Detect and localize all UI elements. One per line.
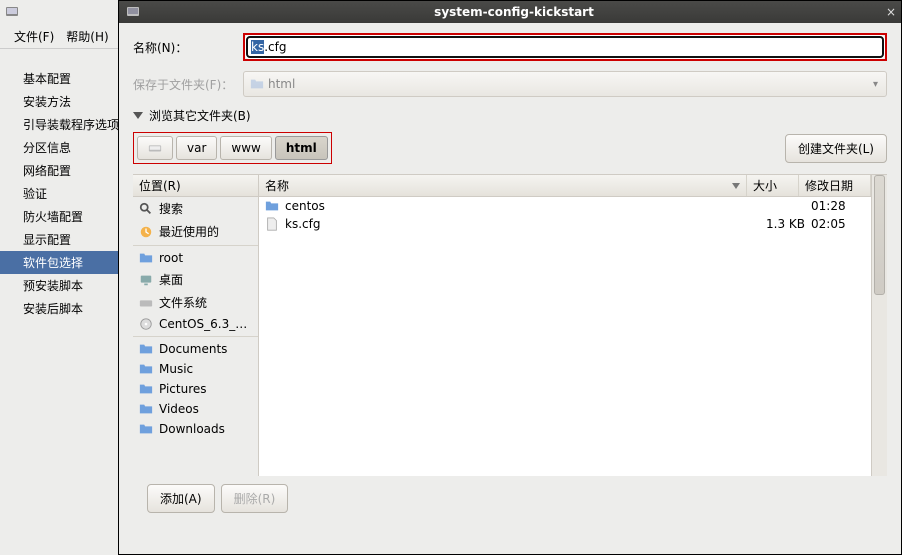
- menu-help[interactable]: 帮助(H): [66, 28, 108, 45]
- place-filesystem[interactable]: 文件系统: [133, 291, 258, 314]
- name-input-highlight: [243, 33, 887, 61]
- place-downloads[interactable]: Downloads: [133, 419, 258, 439]
- save-folder-value: html: [268, 77, 295, 91]
- breadcrumb-highlight: var www html: [133, 132, 332, 164]
- file-icon: [265, 217, 279, 231]
- places-panel: 位置(R) 搜索 最近使用的 root 桌面 文件系统 CentOS_6.3_……: [133, 175, 259, 476]
- column-date[interactable]: 修改日期: [799, 175, 871, 196]
- save-in-label: 保存于文件夹(F)：: [133, 76, 243, 93]
- sidebar-item[interactable]: 防火墙配置: [0, 205, 118, 228]
- column-name[interactable]: 名称: [259, 175, 747, 196]
- remove-place-button: 删除(R): [221, 484, 289, 513]
- menu-file[interactable]: 文件(F): [14, 28, 54, 45]
- clock-icon: [139, 225, 153, 239]
- filename-input[interactable]: [246, 36, 884, 58]
- sidebar-nav: 基本配置 安装方法 引导装载程序选项 分区信息 网络配置 验证 防火墙配置 显示…: [0, 67, 118, 320]
- browse-expander[interactable]: 浏览其它文件夹(B): [133, 107, 887, 124]
- folder-icon: [139, 382, 153, 396]
- close-button[interactable]: ×: [881, 5, 901, 19]
- save-folder-combo[interactable]: html: [243, 71, 887, 97]
- place-desktop[interactable]: 桌面: [133, 268, 258, 291]
- folder-icon: [139, 342, 153, 356]
- files-scrollbar[interactable]: [871, 175, 887, 476]
- file-browser: 位置(R) 搜索 最近使用的 root 桌面 文件系统 CentOS_6.3_……: [133, 174, 887, 476]
- breadcrumb-segment[interactable]: www: [220, 136, 271, 160]
- dialog-titlebar: system-config-kickstart ×: [119, 1, 901, 23]
- place-root[interactable]: root: [133, 248, 258, 268]
- dialog-title: system-config-kickstart: [147, 5, 881, 19]
- column-size[interactable]: 大小: [747, 175, 799, 196]
- files-header: 名称 大小 修改日期: [259, 175, 871, 197]
- main-window: 文件(F) 帮助(H) 基本配置 安装方法 引导装载程序选项 分区信息 网络配置…: [0, 0, 118, 555]
- folder-icon: [250, 77, 264, 91]
- search-icon: [139, 202, 153, 216]
- breadcrumb-segment-active[interactable]: html: [275, 136, 328, 160]
- save-dialog: system-config-kickstart × 名称(N)： 保存于文件夹(…: [118, 0, 902, 555]
- sidebar-item[interactable]: 验证: [0, 182, 118, 205]
- file-row[interactable]: ks.cfg 1.3 KB 02:05: [259, 215, 871, 233]
- sidebar-item[interactable]: 基本配置: [0, 67, 118, 90]
- place-disc[interactable]: CentOS_6.3_…: [133, 314, 258, 334]
- sidebar-item-selected[interactable]: 软件包选择: [0, 251, 118, 274]
- browse-label: 浏览其它文件夹(B): [149, 107, 251, 124]
- sidebar-item[interactable]: 安装后脚本: [0, 297, 118, 320]
- folder-icon: [265, 199, 279, 213]
- folder-icon: [139, 402, 153, 416]
- scrollbar-thumb[interactable]: [874, 175, 885, 295]
- file-row[interactable]: centos 01:28: [259, 197, 871, 215]
- breadcrumb-segment[interactable]: var: [176, 136, 217, 160]
- place-documents[interactable]: Documents: [133, 339, 258, 359]
- sort-indicator-icon: [732, 183, 740, 189]
- sidebar-item[interactable]: 引导装载程序选项: [0, 113, 118, 136]
- sidebar-item[interactable]: 分区信息: [0, 136, 118, 159]
- create-folder-button[interactable]: 创建文件夹(L): [785, 134, 887, 163]
- place-search[interactable]: 搜索: [133, 197, 258, 220]
- places-header[interactable]: 位置(R): [133, 175, 258, 197]
- sidebar-item[interactable]: 网络配置: [0, 159, 118, 182]
- sidebar-item[interactable]: 安装方法: [0, 90, 118, 113]
- name-label: 名称(N)：: [133, 39, 243, 56]
- place-recent[interactable]: 最近使用的: [133, 220, 258, 243]
- drive-icon: [148, 141, 162, 155]
- breadcrumb-root[interactable]: [137, 136, 173, 160]
- sidebar-item[interactable]: 显示配置: [0, 228, 118, 251]
- files-body[interactable]: 名称 大小 修改日期 centos 01:28 ks.cfg 1.3 KB: [259, 175, 871, 476]
- files-panel: 名称 大小 修改日期 centos 01:28 ks.cfg 1.3 KB: [259, 175, 887, 476]
- disc-icon: [139, 317, 153, 331]
- place-music[interactable]: Music: [133, 359, 258, 379]
- drive-icon: [139, 296, 153, 310]
- folder-icon: [139, 362, 153, 376]
- folder-icon: [139, 422, 153, 436]
- place-videos[interactable]: Videos: [133, 399, 258, 419]
- sidebar-item[interactable]: 预安装脚本: [0, 274, 118, 297]
- app-icon: [125, 4, 141, 20]
- app-icon: [4, 4, 20, 20]
- expander-triangle-icon: [133, 112, 143, 119]
- folder-icon: [139, 251, 153, 265]
- add-place-button[interactable]: 添加(A): [147, 484, 215, 513]
- main-menubar: 文件(F) 帮助(H): [0, 24, 118, 49]
- desktop-icon: [139, 273, 153, 287]
- place-pictures[interactable]: Pictures: [133, 379, 258, 399]
